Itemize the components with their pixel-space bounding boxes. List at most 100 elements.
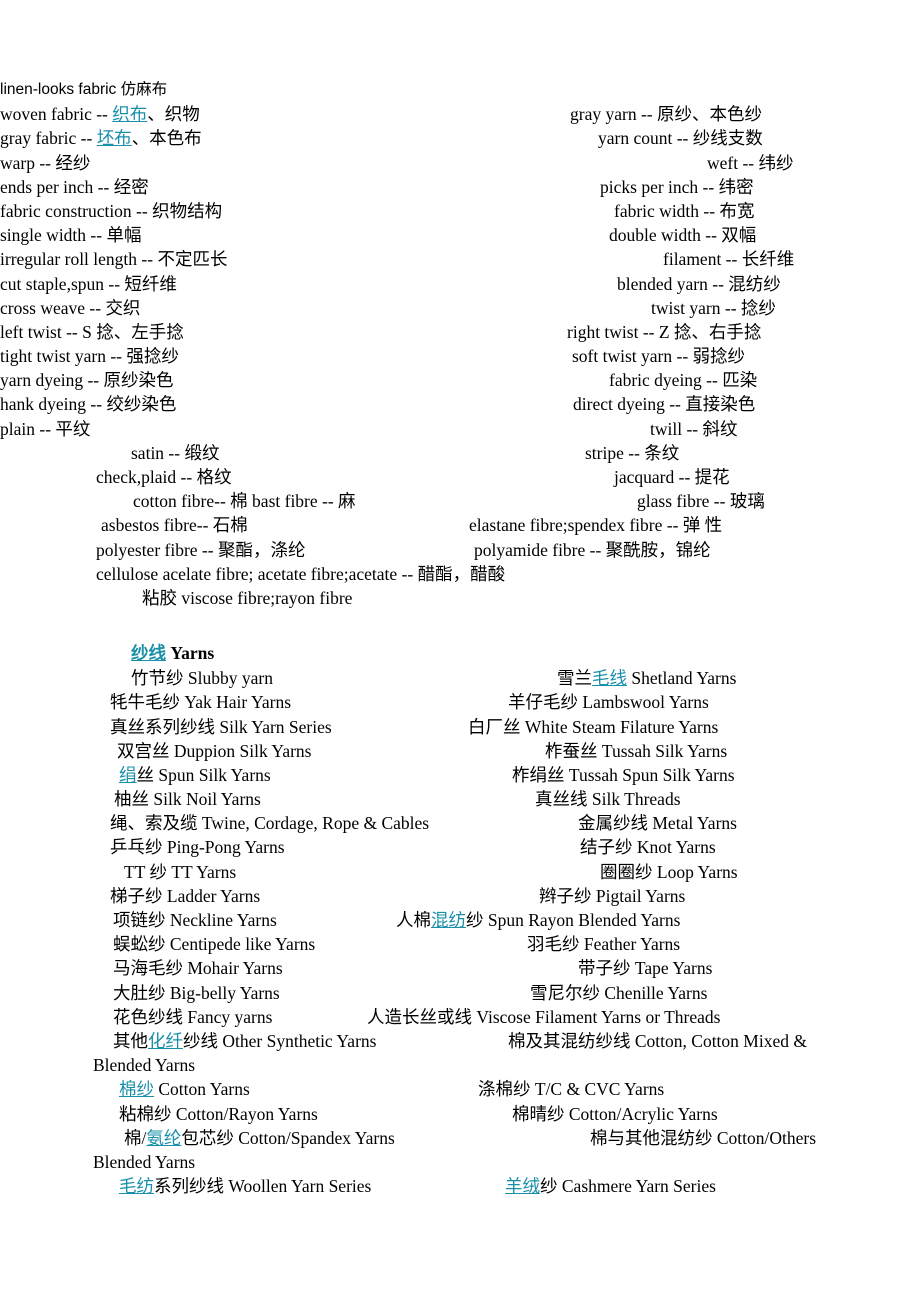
term-zh: 直接染色 — [685, 394, 756, 415]
term-text: 柞蚕丝 Tussah Silk Yarns — [545, 740, 728, 761]
term-en: right twist -- Z 捻、右手捻 — [567, 321, 762, 342]
yarns-heading-en: Yarns — [170, 643, 215, 664]
fibre-term-row: asbestos fibre-- 石棉 elastane fibre;spende… — [0, 513, 920, 537]
term-left: 毛纺系列纱线 Woollen Yarn Series — [119, 1174, 371, 1198]
term-left: 其他化纤纱线 Other Synthetic Yarns — [113, 1029, 376, 1053]
term-right: jacquard -- 提花 — [614, 467, 730, 487]
fibre-term-row: satin -- 缎纹 stripe -- 条纹 — [0, 441, 920, 465]
term-left: irregular roll length -- 不定匹长 — [0, 247, 227, 271]
term-text: 绳、索及缆 Twine, Cordage, Rope & Cables — [110, 813, 430, 834]
term-en: left twist -- S 捻、左手捻 — [0, 321, 184, 342]
term-text: TT 纱 TT Yarns — [124, 861, 237, 882]
term-left: asbestos fibre-- 石棉 — [101, 515, 248, 536]
term-right: weft -- 纬纱 — [707, 151, 794, 175]
fabric-term-row: cross weave -- 交织 twist yarn -- 捻纱 — [0, 296, 920, 320]
term-zh: 长纤维 — [741, 249, 795, 270]
term-right: right twist -- Z 捻、右手捻 — [567, 320, 761, 344]
term-left: 双宫丝 Duppion Silk Yarns — [117, 739, 311, 763]
term-left: yarn dyeing -- 原纱染色 — [0, 368, 174, 392]
term-right: filament -- 长纤维 — [663, 247, 794, 271]
term-right: 带子纱 Tape Yarns — [578, 956, 712, 980]
term-right: 棉及其混纺纱线 Cotton, Cotton Mixed & — [508, 1029, 807, 1053]
term-text: 系列纱线 Woollen Yarn Series — [154, 1176, 372, 1197]
term-zh: 不定匹长 — [157, 249, 228, 270]
fabric-term-row: single width -- 单幅 double width -- 双幅 — [0, 223, 920, 247]
term-en: fabric dyeing -- — [609, 370, 723, 391]
fabric-term-row: woven fabric -- 织布、织物 gray yarn -- 原纱、本色纱 — [0, 102, 920, 126]
term-left: fabric construction -- 织物结构 — [0, 199, 222, 223]
term-left: 大肚纱 Big-belly Yarns — [113, 981, 280, 1005]
yarn-term-row: 粘棉纱 Cotton/Rayon Yarns 棉晴纱 Cotton/Acrylic… — [0, 1102, 920, 1126]
term-link[interactable]: 化纤 — [148, 1031, 183, 1051]
term-left: left twist -- S 捻、左手捻 — [0, 320, 184, 344]
term-link[interactable]: 毛线 — [592, 668, 627, 688]
term-left: single width -- 单幅 — [0, 223, 141, 247]
term-text: 羽毛纱 Feather Yarns — [527, 934, 681, 955]
term-text: 纱 Spun Rayon Blended Yarns — [466, 910, 681, 930]
term-right: glass fibre -- 玻璃 — [637, 491, 765, 512]
term-en: soft twist yarn -- — [572, 346, 693, 367]
term-right: blended yarn -- 混纺纱 — [617, 272, 781, 296]
term-zh: 、织物 — [147, 104, 200, 125]
term-text: 纱线 Other Synthetic Yarns — [183, 1030, 377, 1051]
term-left: satin -- 缎纹 — [131, 442, 220, 463]
yarns-heading-link[interactable]: 纱线 — [131, 643, 166, 663]
term-en: warp -- — [0, 152, 56, 173]
term-text: 马海毛纱 Mohair Yarns — [113, 958, 283, 979]
term-right: 辫子纱 Pigtail Yarns — [539, 884, 685, 908]
term-link[interactable]: 棉纱 — [119, 1079, 154, 1099]
term-zh: 经纱 — [55, 152, 91, 173]
term-link[interactable]: 坯布 — [97, 128, 132, 148]
term-zh: 交织 — [105, 297, 141, 318]
term-en: cross weave -- — [0, 297, 106, 318]
term-zh: 捻纱 — [740, 297, 776, 318]
term-link[interactable]: 氨纶 — [146, 1128, 181, 1148]
yarn-term-row: 其他化纤纱线 Other Synthetic Yarns 棉及其混纺纱线 Cott… — [0, 1029, 920, 1053]
term-link[interactable]: 毛纺 — [119, 1176, 154, 1196]
wrap-line-1: Blended Yarns — [93, 1055, 196, 1076]
term-right: yarn count -- 纱线支数 — [598, 126, 763, 150]
term-text: 圈圈纱 Loop Yarns — [600, 861, 738, 882]
term-link[interactable]: 织布 — [112, 104, 147, 124]
term-left: gray fabric -- 坯布、本色布 — [0, 126, 202, 150]
term-right: 涤棉纱 T/C & CVC Yarns — [478, 1077, 664, 1101]
term-left: check,plaid -- 格纹 — [96, 467, 232, 487]
term-text: 柞绢丝 Tussah Spun Silk Yarns — [512, 764, 735, 785]
woollen-yarn-term-list: 毛纺系列纱线 Woollen Yarn Series 羊绒纱 Cashmere Y… — [0, 1174, 920, 1198]
term-text: 柚丝 Silk Noil Yarns — [114, 789, 261, 810]
yarn-term-list: 竹节纱 Slubby yarn 雪兰毛线 Shetland Yarns 牦牛毛纱 Y… — [0, 666, 920, 1053]
fabric-term-row: tight twist yarn -- 强捻纱 soft twist yarn -… — [0, 344, 920, 368]
fabric-term-row: irregular roll length -- 不定匹长 filament --… — [0, 247, 920, 271]
yarn-term-row: 绳、索及缆 Twine, Cordage, Rope & Cables 金属纱线 … — [0, 811, 920, 835]
term-zh: 强捻纱 — [126, 346, 179, 367]
term-link[interactable]: 绢 — [119, 765, 137, 785]
term-right: picks per inch -- 纬密 — [600, 175, 754, 199]
yarn-term-row: 棉纱 Cotton Yarns 涤棉纱 T/C & CVC Yarns — [0, 1077, 920, 1101]
term-text: 人造长丝或线 Viscose Filament Yarns or Threads — [367, 1006, 721, 1027]
cotton-yarn-term-list: 棉纱 Cotton Yarns 涤棉纱 T/C & CVC Yarns 粘棉纱 Co… — [0, 1077, 920, 1150]
term-text: 牦牛毛纱 Yak Hair Yarns — [110, 692, 292, 713]
term-text: 大肚纱 Big-belly Yarns — [113, 982, 280, 1003]
term-text: 双宫丝 Duppion Silk Yarns — [117, 740, 312, 761]
term-text: 棉晴纱 Cotton/Acrylic Yarns — [512, 1103, 718, 1124]
term-en: cut staple,spun -- — [0, 273, 125, 294]
term-zh: 织物结构 — [152, 200, 223, 221]
yarn-term-row: 大肚纱 Big-belly Yarns 雪尼尔纱 Chenille Yarns — [0, 981, 920, 1005]
term-link[interactable]: 混纺 — [431, 910, 466, 930]
term-en: woven fabric -- — [0, 104, 113, 125]
term-text: 真丝线 Silk Threads — [535, 789, 681, 810]
term-zh: 混纺纱 — [728, 273, 781, 294]
wrap-line-2-row: Blended Yarns — [0, 1150, 920, 1174]
term-text: 粘棉纱 Cotton/Rayon Yarns — [119, 1103, 318, 1124]
yarn-term-row: 毛纺系列纱线 Woollen Yarn Series 羊绒纱 Cashmere Y… — [0, 1174, 920, 1198]
term-en: single width -- — [0, 225, 107, 246]
term-link[interactable]: 羊绒 — [505, 1176, 540, 1196]
term-text: 金属纱线 Metal Yarns — [578, 813, 737, 834]
fabric-term-row: warp -- 经纱 weft -- 纬纱 — [0, 151, 920, 175]
yarn-term-row: 梯子纱 Ladder Yarns 辫子纱 Pigtail Yarns — [0, 884, 920, 908]
fabric-term-row: hank dyeing -- 绞纱染色 direct dyeing -- 直接染色 — [0, 392, 920, 416]
term-en: tight twist yarn -- — [0, 346, 127, 367]
term-left: ends per inch -- 经密 — [0, 175, 149, 199]
term-right: elastane fibre;spendex fibre -- 弹 性 — [469, 515, 723, 536]
term-right: 羊绒纱 Cashmere Yarn Series — [505, 1174, 716, 1198]
